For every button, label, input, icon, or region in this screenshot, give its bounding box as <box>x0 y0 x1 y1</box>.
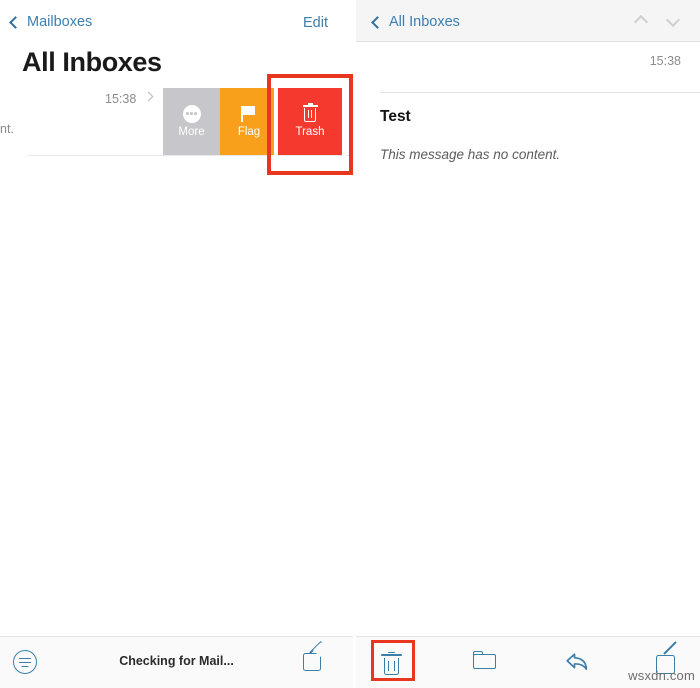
chevron-up-icon[interactable] <box>633 13 650 30</box>
edit-button[interactable]: Edit <box>303 15 328 31</box>
swipe-action-more[interactable]: More <box>163 88 220 155</box>
chevron-left-icon <box>371 15 384 29</box>
page-title: All Inboxes <box>22 47 162 77</box>
message-timestamp: 15:38 <box>649 54 681 68</box>
mail-row-timestamp: 15:38 <box>105 92 137 106</box>
move-to-folder-button[interactable] <box>473 651 497 671</box>
mail-list-toolbar: Checking for Mail... <box>0 636 353 688</box>
trash-icon <box>302 102 318 123</box>
flag-icon <box>240 105 258 123</box>
mail-list-navbar: Mailboxes Edit <box>0 0 353 42</box>
message-body: This message has no content. <box>380 147 561 162</box>
message-navbar: All Inboxes <box>356 0 700 42</box>
swipe-action-flag-label: Flag <box>237 125 261 138</box>
watermark: wsxdn.com <box>628 668 695 683</box>
back-to-mailboxes-label: Mailboxes <box>27 14 93 30</box>
chevron-left-icon <box>9 15 22 29</box>
swipe-action-trash[interactable]: Trash <box>278 88 342 155</box>
message-subject: Test <box>380 108 411 125</box>
folder-icon <box>473 651 497 671</box>
swipe-action-flag[interactable]: Flag <box>220 88 278 155</box>
swipe-action-more-label: More <box>178 125 205 138</box>
back-to-all-inboxes-button[interactable]: All Inboxes <box>371 14 460 30</box>
trash-icon <box>381 651 402 675</box>
message-panel: All Inboxes 15:38 Test This message has … <box>356 0 700 688</box>
back-to-mailboxes-button[interactable]: Mailboxes <box>9 14 93 30</box>
mail-status-text: Checking for Mail... <box>119 654 234 668</box>
chevron-down-icon[interactable] <box>665 12 682 29</box>
back-to-all-inboxes-label: All Inboxes <box>389 14 460 30</box>
message-header-divider <box>380 92 700 93</box>
reply-arrow-icon <box>565 651 589 672</box>
compose-button[interactable] <box>303 640 328 672</box>
reply-button[interactable] <box>565 651 589 672</box>
ellipsis-circle-icon <box>182 104 201 123</box>
mail-list-panel: Mailboxes Edit All Inboxes nt. 15:38 Mor… <box>0 0 353 688</box>
compose-icon <box>303 640 328 672</box>
screenshot-root: Mailboxes Edit All Inboxes nt. 15:38 Mor… <box>0 0 700 688</box>
mail-row-snippet: nt. <box>0 122 14 136</box>
delete-message-button[interactable] <box>381 651 402 675</box>
swipe-action-trash-label: Trash <box>295 125 325 138</box>
row-bottom-divider <box>28 155 353 156</box>
